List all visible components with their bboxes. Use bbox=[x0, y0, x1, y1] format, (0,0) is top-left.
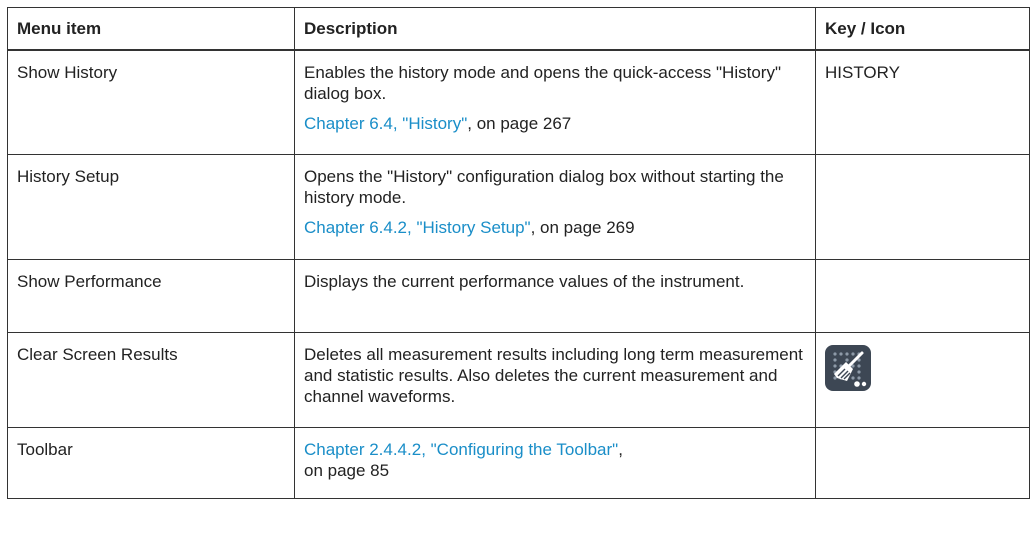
page-reference-text: on page 85 bbox=[304, 461, 390, 480]
header-description: Description bbox=[294, 7, 816, 51]
key-cell bbox=[815, 259, 1030, 333]
menu-item-cell: History Setup bbox=[7, 154, 295, 260]
chapter-link[interactable]: Chapter 2.4.4.2, "Configuring the Toolba… bbox=[304, 440, 618, 459]
description-cell: Enables the history mode and opens the q… bbox=[294, 49, 816, 155]
cross-reference: Chapter 6.4.2, "History Setup", on page … bbox=[304, 217, 806, 238]
cross-reference: Chapter 2.4.4.2, "Configuring the Toolba… bbox=[304, 439, 806, 481]
key-cell bbox=[815, 154, 1030, 260]
clear-results-broom-icon-graphic bbox=[833, 351, 867, 387]
description-cell: Chapter 2.4.4.2, "Configuring the Toolba… bbox=[294, 427, 816, 499]
icon-cell bbox=[815, 332, 1030, 428]
menu-item-cell: Show History bbox=[7, 49, 295, 155]
description-text: Deletes all measurement results includin… bbox=[304, 345, 803, 406]
key-cell bbox=[815, 427, 1030, 499]
table-row: Show Performance Displays the current pe… bbox=[7, 259, 1030, 333]
header-menu-item: Menu item bbox=[7, 7, 295, 51]
menu-item-cell: Toolbar bbox=[7, 427, 295, 499]
table-row: History Setup Opens the "History" config… bbox=[7, 154, 1030, 260]
menu-item-cell: Clear Screen Results bbox=[7, 332, 295, 428]
description-text: Enables the history mode and opens the q… bbox=[304, 62, 781, 103]
page-reference: , on page 267 bbox=[467, 113, 572, 133]
table-row: Toolbar Chapter 2.4.4.2, "Configuring th… bbox=[7, 427, 1030, 499]
description-text: Displays the current performance values … bbox=[304, 272, 745, 291]
table-row: Show History Enables the history mode an… bbox=[7, 49, 1030, 155]
header-key-icon: Key / Icon bbox=[815, 7, 1030, 51]
page-reference: , on page 269 bbox=[530, 218, 635, 237]
table-row: Clear Screen Results Deletes all measure… bbox=[7, 332, 1030, 428]
chapter-link[interactable]: Chapter 6.4, "History" bbox=[304, 114, 467, 133]
chapter-link[interactable]: Chapter 6.4.2, "History Setup" bbox=[304, 218, 531, 237]
table-header-row: Menu item Description Key / Icon bbox=[7, 7, 1030, 51]
clear-results-broom-icon[interactable] bbox=[825, 345, 871, 391]
description-cell: Deletes all measurement results includin… bbox=[294, 332, 816, 428]
key-cell: HISTORY bbox=[815, 49, 1030, 155]
description-text: Opens the "History" configuration dialog… bbox=[304, 167, 784, 207]
menu-item-cell: Show Performance bbox=[7, 259, 295, 333]
description-cell: Displays the current performance values … bbox=[294, 259, 816, 333]
menu-items-table: Menu item Description Key / Icon Show Hi… bbox=[7, 7, 1030, 499]
cross-reference: Chapter 6.4, "History", on page 267 bbox=[304, 113, 806, 134]
description-cell: Opens the "History" configuration dialog… bbox=[294, 154, 816, 260]
